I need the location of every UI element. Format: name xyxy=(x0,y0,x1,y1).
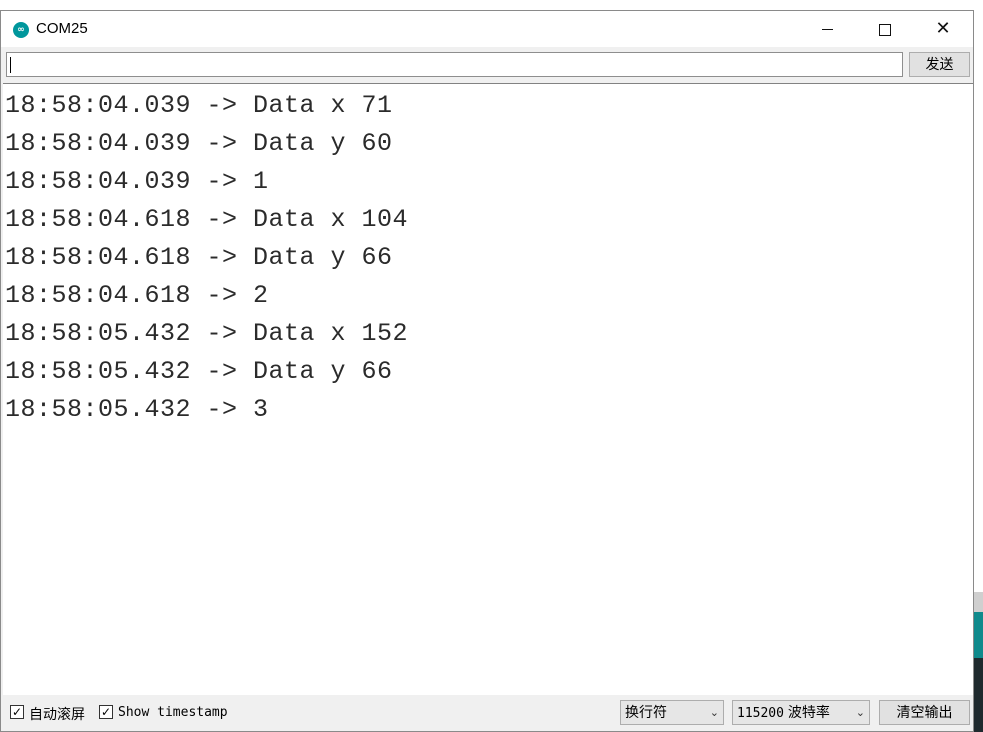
line-ending-select[interactable]: 换行符 ⌄ xyxy=(620,700,724,725)
maximize-button[interactable] xyxy=(856,11,914,47)
title-bar[interactable]: ∞ COM25 ✕ xyxy=(1,11,973,47)
autoscroll-checkbox[interactable]: ✓ xyxy=(10,705,24,719)
output-line: 18:58:04.618 -> Data x 104 xyxy=(5,205,409,234)
clear-output-button[interactable]: 清空输出 xyxy=(879,700,970,725)
send-bar: 发送 xyxy=(1,47,973,83)
footer-bar: ✓ 自动滚屏 ✓ Show timestamp 换行符 ⌄ 115200 波特率… xyxy=(1,695,973,731)
autoscroll-label[interactable]: 自动滚屏 xyxy=(29,704,85,724)
arduino-icon: ∞ xyxy=(13,22,29,38)
output-line: 18:58:04.618 -> 2 xyxy=(5,281,269,310)
minimize-icon xyxy=(821,29,833,30)
line-ending-value: 换行符 xyxy=(625,704,667,720)
serial-output[interactable]: 18:58:04.039 -> Data x 71 18:58:04.039 -… xyxy=(3,83,973,695)
output-line: 18:58:05.432 -> Data y 66 xyxy=(5,357,393,386)
baud-rate-unit: 波特率 xyxy=(787,704,830,720)
baud-rate-value: 115200 xyxy=(737,706,784,721)
close-button[interactable]: ✕ xyxy=(914,11,972,47)
minimize-button[interactable] xyxy=(798,11,856,47)
background-strip xyxy=(974,0,983,732)
output-line: 18:58:04.039 -> Data y 60 xyxy=(5,129,393,158)
background-teal-panel xyxy=(974,612,983,658)
timestamp-label[interactable]: Show timestamp xyxy=(118,705,228,720)
background-console-panel xyxy=(974,658,983,732)
output-line: 18:58:04.039 -> Data x 71 xyxy=(5,91,393,120)
chevron-down-icon: ⌄ xyxy=(855,706,865,719)
chevron-down-icon: ⌄ xyxy=(709,706,719,719)
background-scrollbar xyxy=(974,592,983,612)
output-line: 18:58:04.039 -> 1 xyxy=(5,167,269,196)
serial-monitor-window: ∞ COM25 ✕ 发送 18:58:04.039 -> Data x 71 1… xyxy=(0,10,974,732)
send-button[interactable]: 发送 xyxy=(909,52,970,77)
timestamp-checkbox[interactable]: ✓ xyxy=(99,705,113,719)
maximize-icon xyxy=(879,23,891,36)
baud-rate-select[interactable]: 115200 波特率 ⌄ xyxy=(732,700,870,725)
close-icon: ✕ xyxy=(935,18,951,39)
output-line: 18:58:05.432 -> Data x 152 xyxy=(5,319,409,348)
output-line: 18:58:05.432 -> 3 xyxy=(5,395,269,424)
send-input[interactable] xyxy=(6,52,903,77)
checkmark-icon: ✓ xyxy=(11,705,23,719)
text-caret xyxy=(10,57,11,73)
window-title: COM25 xyxy=(36,20,88,37)
output-line: 18:58:04.618 -> Data y 66 xyxy=(5,243,393,272)
checkmark-icon: ✓ xyxy=(100,705,112,719)
